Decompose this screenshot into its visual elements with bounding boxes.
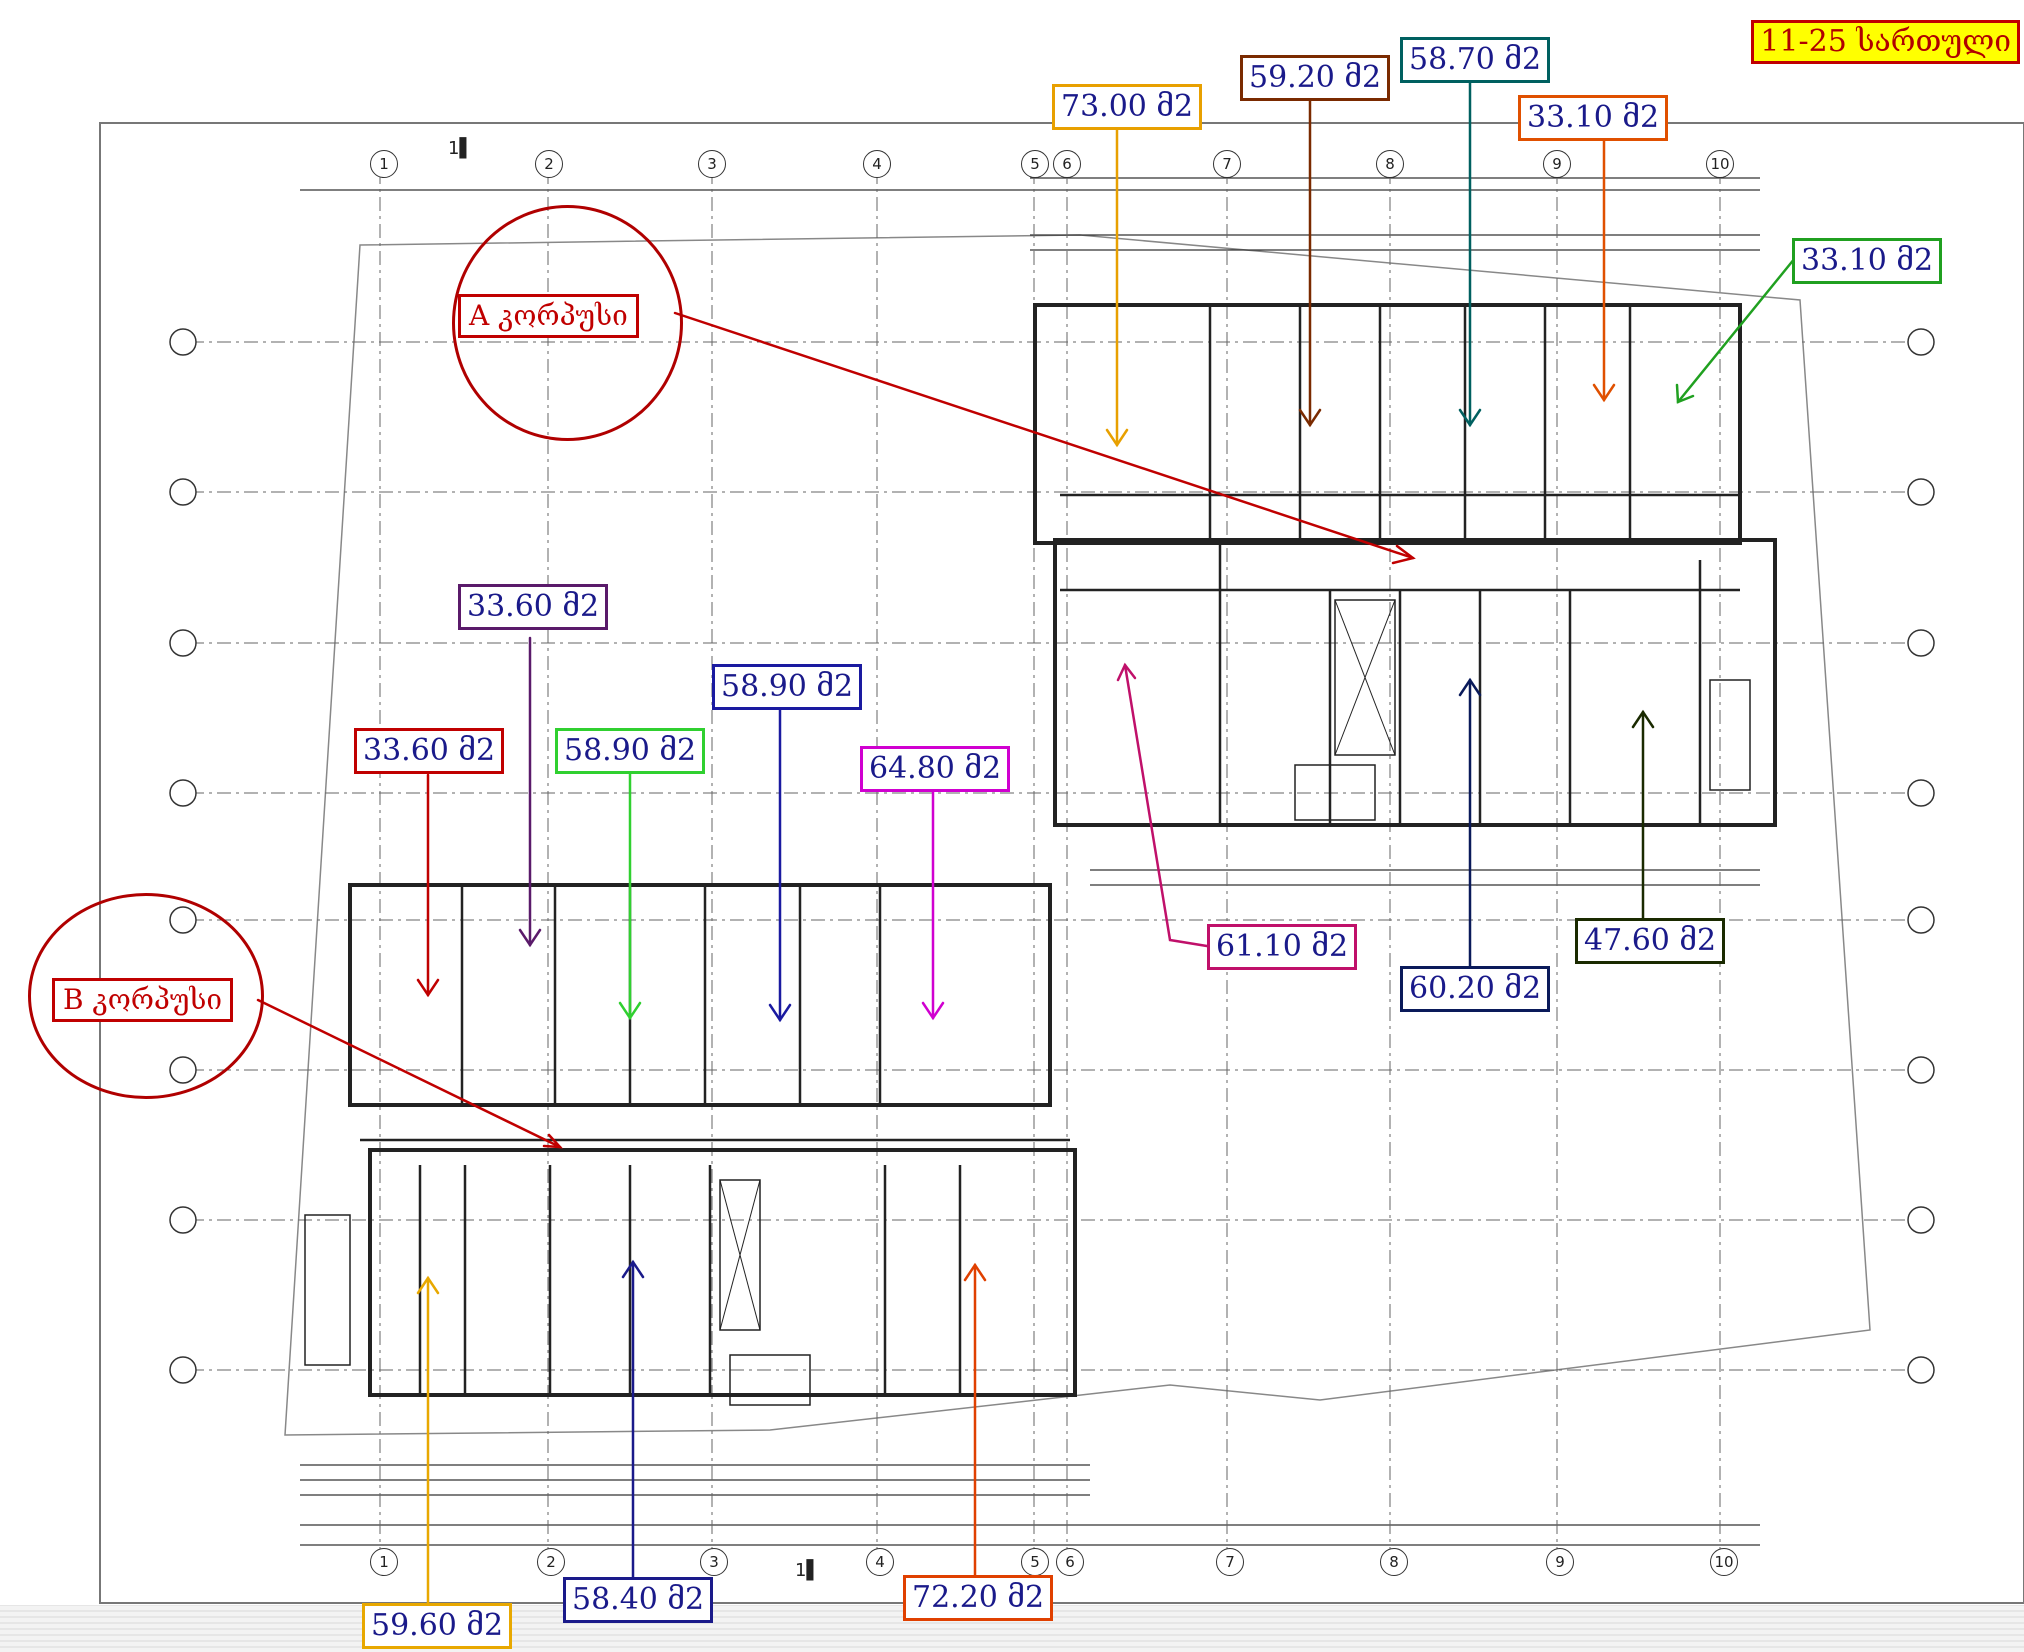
grid-axis-marker: 8	[1380, 1548, 1408, 1576]
area-label: 58.70 მ2	[1400, 37, 1551, 83]
area-label: 72.20 მ2	[903, 1575, 1054, 1621]
block-a-label: A კორპუსი	[458, 294, 639, 338]
area-label: 33.10 მ2	[1792, 238, 1943, 284]
area-label: 64.80 მ2	[860, 746, 1011, 792]
grid-axis-marker: 1	[370, 1548, 398, 1576]
area-label: 73.00 მ2	[1052, 84, 1203, 130]
block-b-label: B კორპუსი	[52, 978, 234, 1022]
grid-axis-marker: 2	[537, 1548, 565, 1576]
floor-plan-drawing	[0, 73, 2024, 1652]
grid-axis-marker: 1	[370, 150, 398, 178]
area-label: 58.90 მ2	[555, 728, 706, 774]
grid-axis-marker: 3	[698, 150, 726, 178]
area-label: 33.10 მ2	[1518, 95, 1669, 141]
area-label: 61.10 მ2	[1207, 924, 1358, 970]
area-label: 58.90 მ2	[712, 664, 863, 710]
floor-label: 11-25 სართული	[1751, 20, 2020, 64]
area-label: 47.60 მ2	[1575, 918, 1726, 964]
grid-axis-marker: 4	[866, 1548, 894, 1576]
grid-axis-marker: 2	[535, 150, 563, 178]
section-mark-top: 1▌	[448, 138, 474, 159]
grid-axis-marker: 7	[1216, 1548, 1244, 1576]
grid-axis-marker: 4	[863, 150, 891, 178]
grid-axis-marker: 6	[1053, 150, 1081, 178]
area-label: 60.20 მ2	[1400, 966, 1551, 1012]
grid-axis-marker: 10	[1710, 1548, 1738, 1576]
grid-axis-marker: 6	[1056, 1548, 1084, 1576]
grid-axis-marker: 5	[1021, 150, 1049, 178]
grid-axis-marker: 5	[1021, 1548, 1049, 1576]
area-label: 59.20 მ2	[1240, 55, 1391, 101]
grid-axis-marker: 10	[1706, 150, 1734, 178]
area-label: 58.40 მ2	[563, 1577, 714, 1623]
grid-axis-marker: 3	[700, 1548, 728, 1576]
section-mark-bottom: 1▌	[795, 1560, 821, 1581]
grid-axis-marker: 7	[1213, 150, 1241, 178]
area-label: 59.60 მ2	[362, 1603, 513, 1649]
area-label: 33.60 მ2	[354, 728, 505, 774]
area-label: 33.60 მ2	[458, 584, 609, 630]
grid-axis-marker: 9	[1543, 150, 1571, 178]
grid-axis-marker: 8	[1376, 150, 1404, 178]
grid-axis-marker: 9	[1546, 1548, 1574, 1576]
